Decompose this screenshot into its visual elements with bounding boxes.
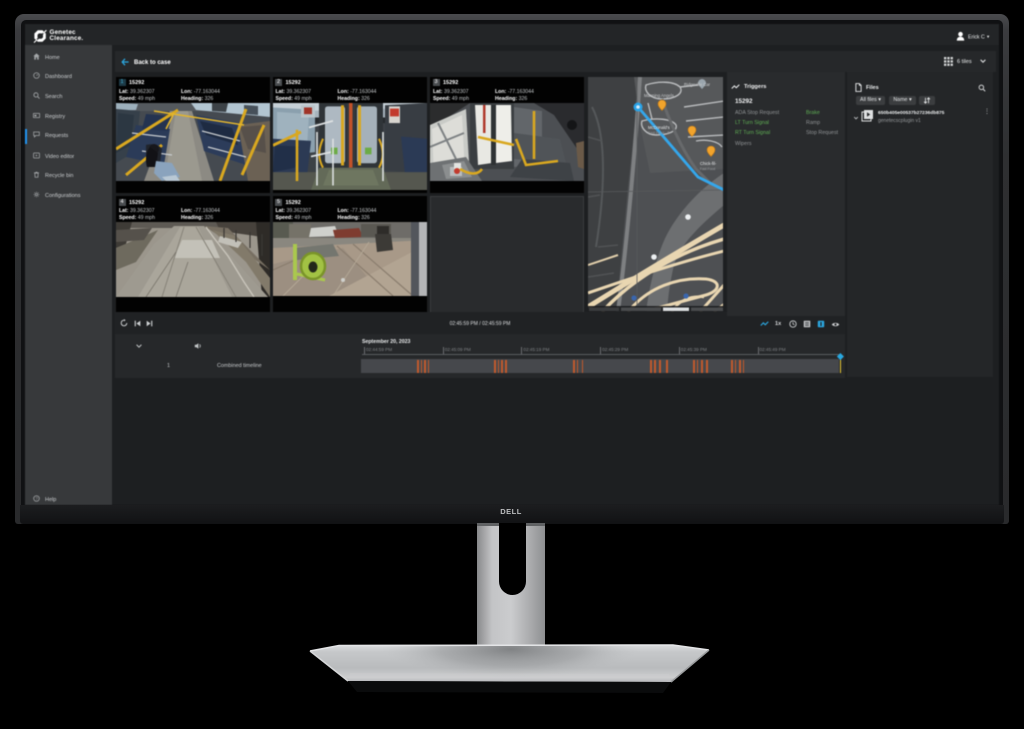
svg-text:McDonald's: McDonald's — [648, 125, 670, 130]
svg-text:Fast Food - $: Fast Food - $ — [648, 131, 669, 135]
svg-text:Manning Angels: Manning Angels — [644, 93, 674, 98]
svg-text:Chick-fil-: Chick-fil- — [700, 161, 717, 166]
svg-text:Fast Food: Fast Food — [700, 167, 715, 171]
svg-text:Ridgeville Car: Ridgeville Car — [684, 82, 711, 87]
svg-text:?: ? — [35, 496, 38, 501]
